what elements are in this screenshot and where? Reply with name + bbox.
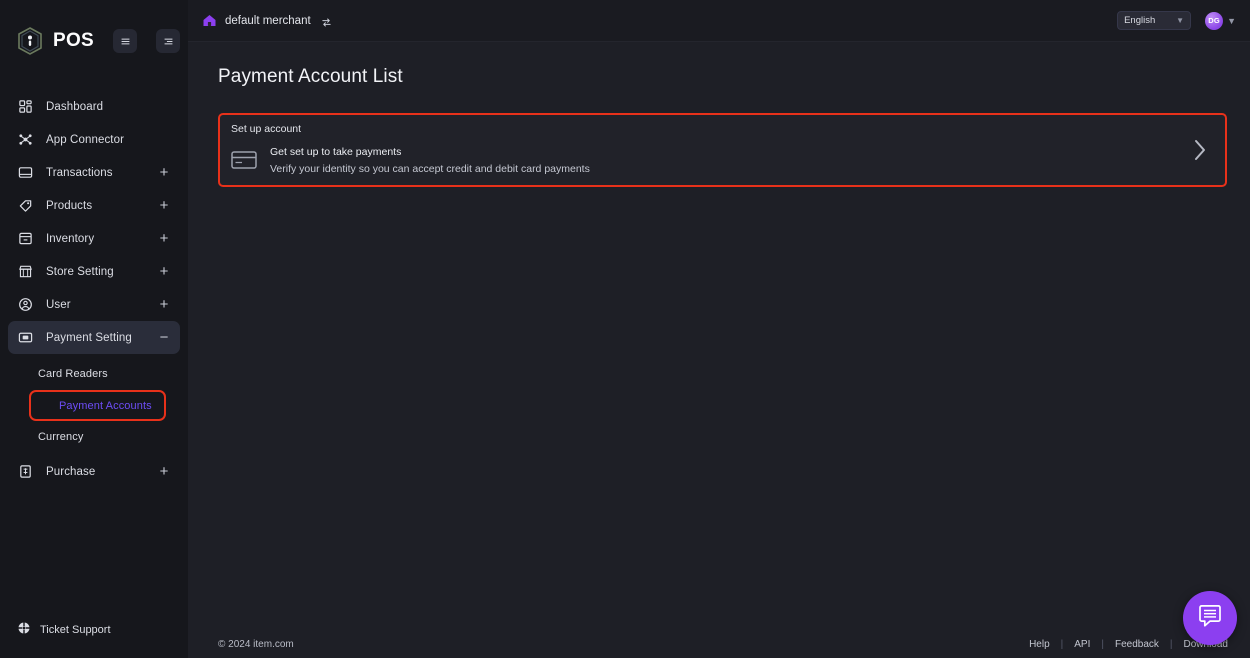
credit-card-icon xyxy=(231,150,257,170)
sidebar-item-payment-setting[interactable]: Payment Setting − xyxy=(8,321,180,354)
menu-toggle-button[interactable] xyxy=(113,29,138,53)
sidebar-item-user[interactable]: User + xyxy=(8,288,180,321)
home-icon xyxy=(202,13,217,28)
list-icon xyxy=(120,36,131,47)
page-content: Payment Account List Set up account Get … xyxy=(188,42,1250,630)
pos-logo-icon xyxy=(16,26,44,56)
footer-separator: | xyxy=(1169,638,1173,650)
sidebar-item-purchase[interactable]: Purchase + xyxy=(8,455,180,488)
page-title: Payment Account List xyxy=(218,66,403,87)
store-icon xyxy=(17,264,33,280)
ticket-support-label: Ticket Support xyxy=(40,624,111,636)
card-terminal-icon xyxy=(17,330,33,346)
footer-separator: | xyxy=(1060,638,1064,650)
sidebar-item-label: App Connector xyxy=(46,133,125,146)
chat-support-button[interactable] xyxy=(1183,591,1237,645)
sidebar-item-store-setting[interactable]: Store Setting + xyxy=(8,255,180,288)
sidebar-item-inventory[interactable]: Inventory + xyxy=(8,222,180,255)
expand-toggle[interactable]: + xyxy=(158,297,170,312)
sidebar-item-dashboard[interactable]: Dashboard xyxy=(8,90,180,123)
setup-card-body: Get set up to take payments Verify your … xyxy=(220,135,1225,185)
chevron-right-icon[interactable] xyxy=(1191,137,1209,163)
sidebar-nav: Dashboard App Connector Transactions + P… xyxy=(0,82,188,602)
setup-card-header: Set up account xyxy=(231,123,302,135)
sidebar-item-label: Inventory xyxy=(46,232,95,245)
app-root: POS Dashboard App Connector Transactions… xyxy=(0,0,1250,658)
expand-toggle[interactable]: + xyxy=(158,198,170,213)
topbar: default merchant English ▼ DG ▼ xyxy=(188,0,1250,42)
expand-toggle[interactable]: + xyxy=(158,231,170,246)
sidebar-subitem-payment-accounts[interactable]: Payment Accounts xyxy=(29,390,166,421)
footer-link-api[interactable]: API xyxy=(1074,639,1090,650)
sidebar-item-label: Dashboard xyxy=(46,100,104,113)
setup-card-text: Get set up to take payments Verify your … xyxy=(270,146,590,175)
grid-icon xyxy=(17,99,33,115)
copyright-text: © 2024 item.com xyxy=(218,638,294,650)
sidebar-footer[interactable]: Ticket Support xyxy=(0,602,188,658)
user-icon xyxy=(17,297,33,313)
sidebar-item-label: Store Setting xyxy=(46,265,114,278)
sidebar: POS Dashboard App Connector Transactions… xyxy=(0,0,188,658)
sidebar-subitem-label: Payment Accounts xyxy=(59,399,152,412)
collapse-toggle[interactable]: − xyxy=(158,330,170,345)
sidebar-item-products[interactable]: Products + xyxy=(8,189,180,222)
sidebar-item-label: Purchase xyxy=(46,465,96,478)
setup-card-title: Get set up to take payments xyxy=(270,145,402,158)
expand-toggle[interactable]: + xyxy=(158,464,170,479)
brand-name: POS xyxy=(53,30,95,51)
expand-toggle[interactable]: + xyxy=(158,165,170,180)
collapse-icon xyxy=(163,36,174,47)
merchant-selector[interactable]: default merchant xyxy=(202,13,332,28)
merchant-name: default merchant xyxy=(225,14,311,27)
box-icon xyxy=(17,231,33,247)
sidebar-item-app-connector[interactable]: App Connector xyxy=(8,123,180,156)
sidebar-subitem-label: Currency xyxy=(38,431,84,443)
chevron-down-icon: ▼ xyxy=(1176,16,1185,25)
chevron-down-icon: ▼ xyxy=(1227,15,1236,26)
setup-account-card[interactable]: Set up account Get set up to take paymen… xyxy=(218,113,1227,187)
sidebar-item-label: User xyxy=(46,298,71,311)
monitor-icon xyxy=(17,165,33,181)
tag-icon xyxy=(17,198,33,214)
sidebar-item-label: Payment Setting xyxy=(46,331,132,344)
setup-card-description: Verify your identity so you can accept c… xyxy=(270,162,590,175)
sidebar-subitem-currency[interactable]: Currency xyxy=(8,422,180,452)
receipt-icon xyxy=(17,464,33,480)
swap-icon[interactable] xyxy=(321,15,332,27)
sidebar-subitem-card-readers[interactable]: Card Readers xyxy=(8,359,180,389)
topbar-controls: English ▼ DG ▼ xyxy=(1117,11,1236,30)
ticket-icon xyxy=(17,621,31,640)
footer-link-feedback[interactable]: Feedback xyxy=(1115,639,1159,650)
footer-separator: | xyxy=(1101,638,1104,650)
avatar: DG xyxy=(1205,11,1224,30)
sidebar-header: POS xyxy=(0,0,188,82)
sidebar-subitem-label: Card Readers xyxy=(38,368,108,380)
footer-link-help[interactable]: Help xyxy=(1029,639,1050,650)
sidebar-item-label: Products xyxy=(46,199,93,212)
footer: © 2024 item.com Help | API | Feedback | … xyxy=(188,630,1250,658)
expand-toggle[interactable]: + xyxy=(158,264,170,279)
nodes-icon xyxy=(17,132,33,148)
collapse-toggle-button[interactable] xyxy=(156,29,181,53)
language-selector[interactable]: English ▼ xyxy=(1117,11,1192,30)
main-area: default merchant English ▼ DG ▼ Payment … xyxy=(188,0,1250,658)
chat-bubble-icon xyxy=(1197,603,1223,634)
language-value: English xyxy=(1124,15,1156,26)
sidebar-item-label: Transactions xyxy=(46,166,113,179)
sidebar-item-transactions[interactable]: Transactions + xyxy=(8,156,180,189)
user-menu[interactable]: DG ▼ xyxy=(1205,11,1236,30)
